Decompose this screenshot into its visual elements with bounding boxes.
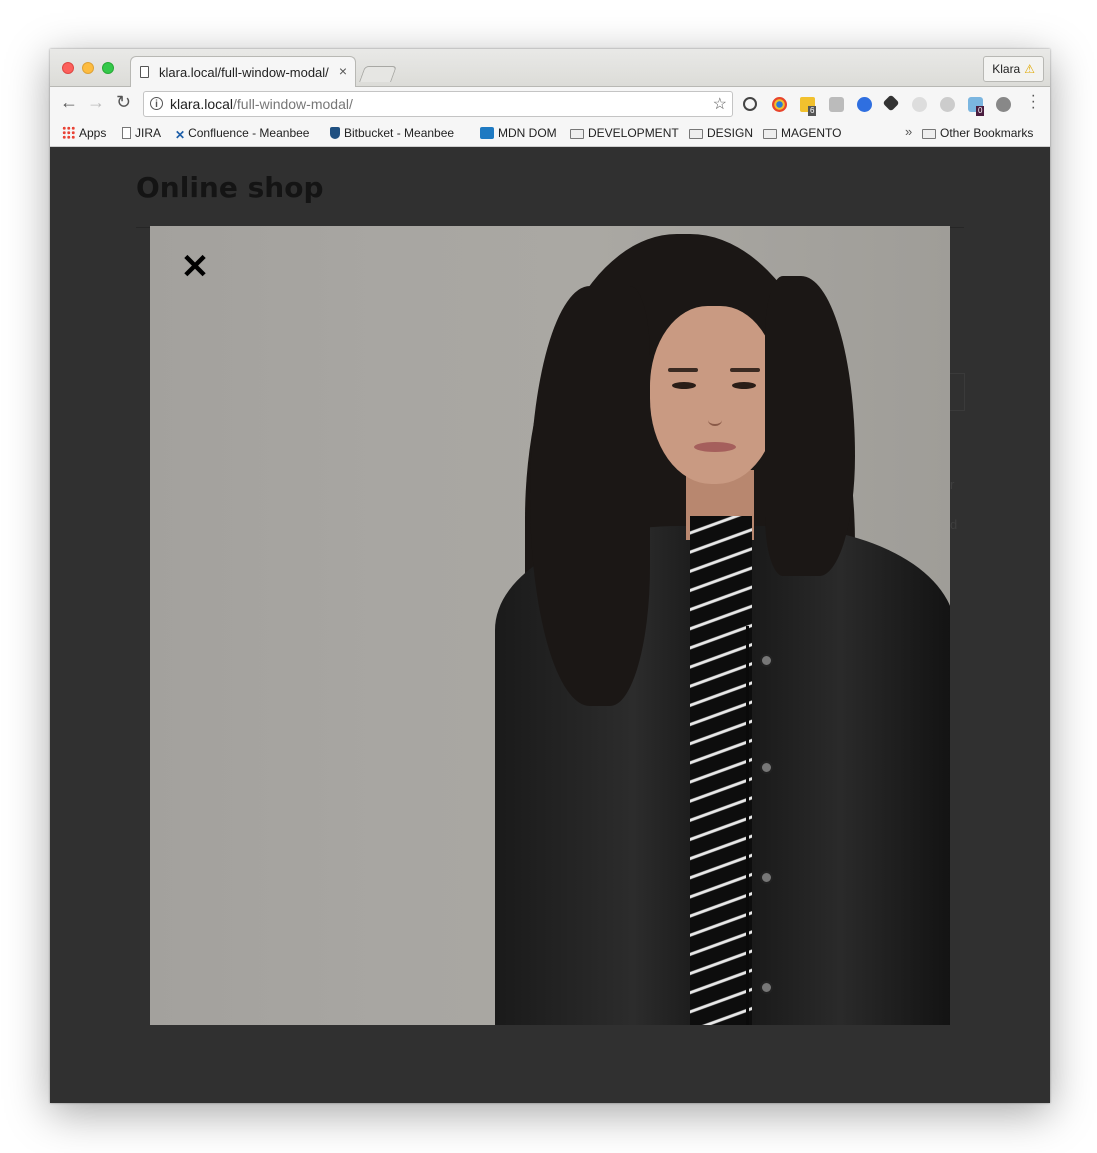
inactive-extension-icon[interactable] [912,97,927,112]
page-content: Online shop r d ✕ [50,147,1050,1103]
bookmark-label: JIRA [135,126,162,140]
url-host: klara.local [170,96,234,112]
bookmark-apps[interactable]: Apps [62,126,106,140]
bookmark-jira[interactable]: JIRA [122,126,161,140]
m-extension-icon[interactable] [940,97,955,112]
image-modal: ✕ [150,226,950,1025]
bookmark-label: Other Bookmarks [940,126,1034,140]
folder-icon [570,129,584,139]
obscured-text: r [950,477,955,492]
tab-close-icon[interactable]: × [339,63,347,79]
confluence-icon: ✕ [175,128,186,142]
bookmark-folder-development[interactable]: DEVELOPMENT [570,126,679,140]
bookmark-label: Bitbucket - Meanbee [344,126,455,140]
url-text[interactable]: klara.local/full-window-modal/ [170,96,353,112]
reload-button[interactable]: ↻ [116,92,131,113]
history-extension-icon[interactable] [743,97,757,111]
tab-title: klara.local/full-window-modal/ [159,65,329,80]
bookmark-mdn[interactable]: MDN DOM [480,126,557,140]
close-window-button[interactable] [62,62,74,74]
camera-extension-icon[interactable] [829,97,844,112]
page-icon [122,127,131,139]
profile-button[interactable]: Klara ⚠ [983,56,1044,82]
browser-window: klara.local/full-window-modal/ × Klara ⚠ … [50,49,1050,1103]
warning-icon: ⚠ [1024,62,1035,76]
back-button[interactable]: ← [60,92,78,113]
validator-extension-icon[interactable] [857,97,872,112]
info-icon[interactable]: i [150,97,163,110]
zoom-window-button[interactable] [102,62,114,74]
modal-close-icon[interactable]: ✕ [180,250,210,284]
page-title: Online shop [136,171,324,204]
bookmark-label: Confluence - Meanbee [188,126,310,140]
power-extension-icon[interactable] [996,97,1011,112]
bookmark-label: MDN DOM [498,126,557,140]
bookmark-folder-design[interactable]: DESIGN [689,126,753,140]
folder-icon [922,129,936,139]
apps-grid-icon [62,126,75,139]
minimize-window-button[interactable] [82,62,94,74]
extension-badge: 6 [808,106,817,116]
color-picker-extension-icon[interactable] [772,97,787,112]
bookmark-other[interactable]: Other Bookmarks [922,126,1033,140]
bookmark-label: DEVELOPMENT [588,126,679,140]
bitbucket-icon [330,127,340,139]
folder-icon [689,129,703,139]
bookmark-bitbucket[interactable]: Bitbucket - Meanbee [330,126,454,140]
address-bar[interactable]: i klara.local/full-window-modal/ ☆ [143,91,733,117]
tab-active[interactable]: klara.local/full-window-modal/ × [130,56,356,87]
mdn-icon [480,127,494,139]
bookmark-label: DESIGN [707,126,754,140]
menu-kebab-icon[interactable]: · · · [1031,88,1036,116]
page-favicon-icon [140,66,149,78]
profile-name: Klara [992,62,1021,76]
forward-button[interactable]: → [87,92,105,113]
url-path: /full-window-modal/ [233,96,353,112]
bookmarks-overflow-icon[interactable]: » [905,124,912,139]
settings-gear-icon[interactable] [882,94,900,112]
browser-toolbar: ← → ↻ i klara.local/full-window-modal/ ☆… [50,87,1050,121]
extension-badge: 0 [976,106,985,116]
obscured-text: d [950,517,958,532]
new-tab-button[interactable] [359,66,397,82]
tab-strip: klara.local/full-window-modal/ × Klara ⚠ [50,49,1050,87]
bookmarks-bar: Apps JIRA ✕ Confluence - Meanbee Bitbucke… [50,121,1050,147]
obscured-input [950,373,965,411]
folder-icon [763,129,777,139]
bookmark-label: Apps [79,126,107,140]
bookmark-label: MAGENTO [781,126,842,140]
bookmark-star-icon[interactable]: ☆ [713,94,727,114]
product-image [150,226,950,1025]
bookmark-folder-magento[interactable]: MAGENTO [763,126,841,140]
bookmark-confluence[interactable]: ✕ Confluence - Meanbee [175,126,309,142]
